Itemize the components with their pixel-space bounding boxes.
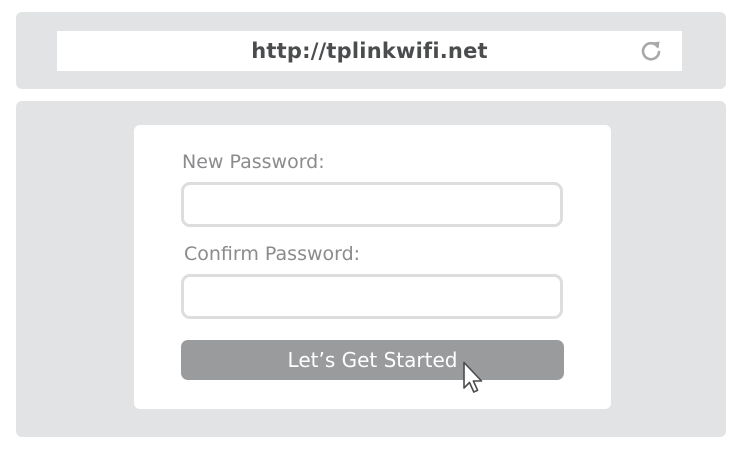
- new-password-input[interactable]: [181, 182, 563, 227]
- confirm-password-label: Confirm Password:: [184, 243, 361, 265]
- refresh-icon[interactable]: [638, 38, 664, 64]
- browser-address-bar: http://tplinkwifi.net: [16, 12, 726, 89]
- url-text: http://tplinkwifi.net: [251, 39, 488, 63]
- url-field[interactable]: http://tplinkwifi.net: [57, 31, 682, 71]
- password-setup-card: New Password: Confirm Password: Let’s Ge…: [134, 125, 611, 409]
- confirm-password-input[interactable]: [181, 274, 563, 319]
- new-password-label: New Password:: [182, 151, 325, 173]
- lets-get-started-button[interactable]: Let’s Get Started: [181, 340, 564, 380]
- content-panel: New Password: Confirm Password: Let’s Ge…: [16, 101, 726, 437]
